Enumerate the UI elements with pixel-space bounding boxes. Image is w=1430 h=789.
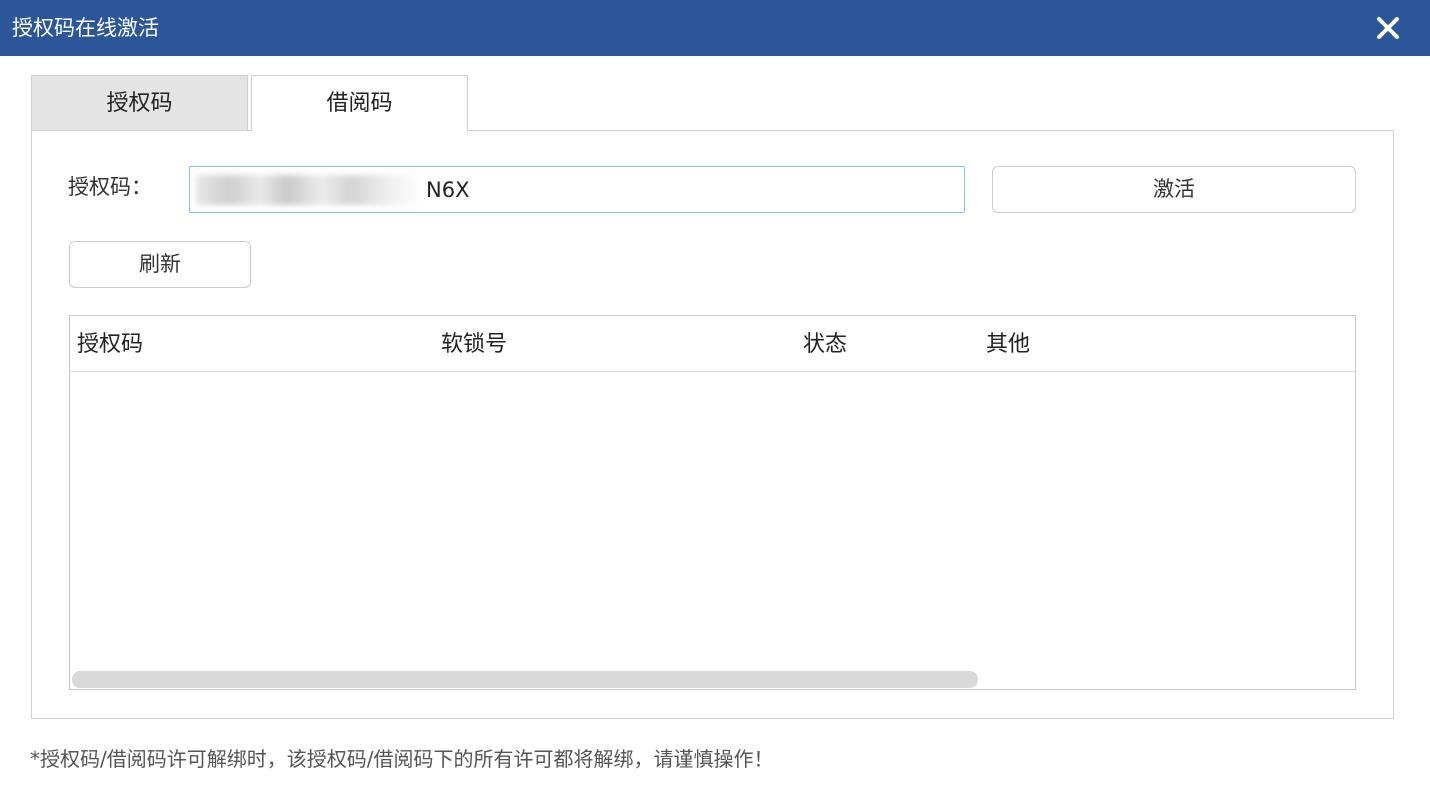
title-bar: 授权码在线激活: [0, 0, 1430, 56]
activate-button[interactable]: 激活: [992, 166, 1356, 213]
column-header-other[interactable]: 其他: [986, 331, 1030, 359]
code-input-value: N6X: [426, 178, 470, 202]
license-table: 授权码 软锁号 状态 其他: [69, 315, 1356, 690]
close-button[interactable]: [1368, 8, 1408, 48]
code-input[interactable]: N6X: [189, 166, 965, 213]
refresh-button[interactable]: 刷新: [69, 241, 251, 288]
horizontal-scrollbar[interactable]: [72, 671, 978, 688]
column-header-auth-code[interactable]: 授权码: [77, 331, 143, 359]
table-body: [70, 372, 1355, 669]
redacted-code: [196, 175, 424, 205]
tab-auth-code[interactable]: 授权码: [31, 75, 248, 130]
warning-footnote: *授权码/借阅码许可解绑时，该授权码/借阅码下的所有许可都将解绑，请谨慎操作！: [30, 747, 774, 771]
column-header-dongle-id[interactable]: 软锁号: [441, 331, 507, 359]
table-header: 授权码 软锁号 状态 其他: [70, 316, 1355, 372]
tab-borrow-code[interactable]: 借阅码: [251, 75, 468, 131]
code-label: 授权码：: [68, 175, 152, 199]
close-icon: [1377, 17, 1399, 39]
column-header-status[interactable]: 状态: [803, 331, 847, 359]
window-title: 授权码在线激活: [12, 16, 159, 40]
